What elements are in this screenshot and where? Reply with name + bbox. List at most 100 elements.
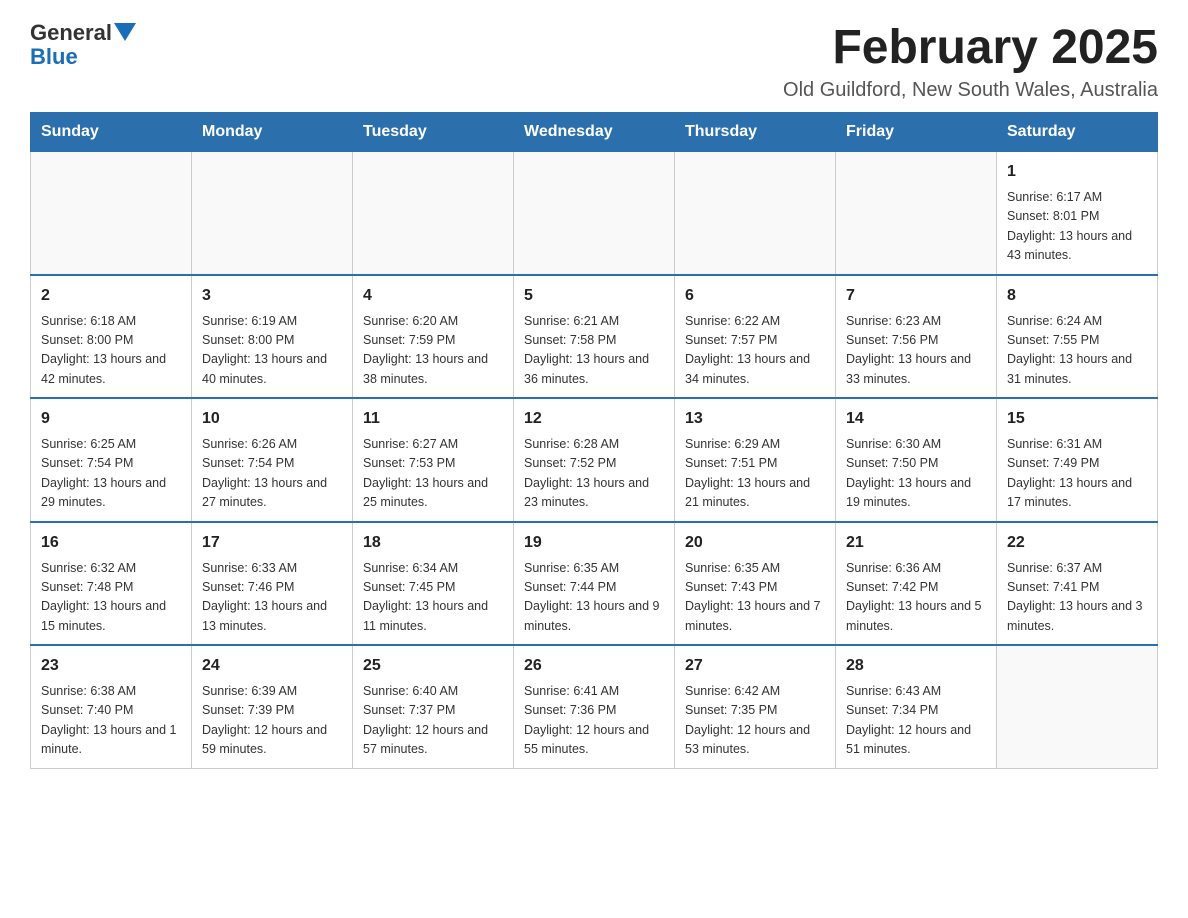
col-monday: Monday [192, 113, 353, 152]
day-info: Sunrise: 6:30 AMSunset: 7:50 PMDaylight:… [846, 435, 986, 513]
calendar-week-row: 1 Sunrise: 6:17 AMSunset: 8:01 PMDaylight… [31, 152, 1158, 275]
day-number: 20 [685, 531, 825, 555]
calendar-week-row: 16 Sunrise: 6:32 AMSunset: 7:48 PMDayligh… [31, 522, 1158, 646]
day-number: 18 [363, 531, 503, 555]
table-row: 26 Sunrise: 6:41 AMSunset: 7:36 PMDayligh… [514, 645, 675, 768]
day-number: 24 [202, 654, 342, 678]
logo-triangle-icon [114, 23, 136, 45]
calendar-title: February 2025 [783, 20, 1158, 75]
table-row: 24 Sunrise: 6:39 AMSunset: 7:39 PMDayligh… [192, 645, 353, 768]
table-row: 5 Sunrise: 6:21 AMSunset: 7:58 PMDaylight… [514, 275, 675, 399]
day-info: Sunrise: 6:35 AMSunset: 7:44 PMDaylight:… [524, 559, 664, 637]
logo-general-text: General [30, 20, 112, 46]
day-number: 11 [363, 407, 503, 431]
day-info: Sunrise: 6:21 AMSunset: 7:58 PMDaylight:… [524, 312, 664, 390]
col-saturday: Saturday [997, 113, 1158, 152]
table-row: 27 Sunrise: 6:42 AMSunset: 7:35 PMDayligh… [675, 645, 836, 768]
day-info: Sunrise: 6:41 AMSunset: 7:36 PMDaylight:… [524, 682, 664, 760]
day-info: Sunrise: 6:23 AMSunset: 7:56 PMDaylight:… [846, 312, 986, 390]
day-number: 25 [363, 654, 503, 678]
table-row: 14 Sunrise: 6:30 AMSunset: 7:50 PMDayligh… [836, 398, 997, 522]
day-number: 26 [524, 654, 664, 678]
logo-blue-text: Blue [30, 44, 78, 70]
day-number: 7 [846, 284, 986, 308]
day-info: Sunrise: 6:36 AMSunset: 7:42 PMDaylight:… [846, 559, 986, 637]
table-row: 15 Sunrise: 6:31 AMSunset: 7:49 PMDayligh… [997, 398, 1158, 522]
calendar-week-row: 2 Sunrise: 6:18 AMSunset: 8:00 PMDaylight… [31, 275, 1158, 399]
day-info: Sunrise: 6:42 AMSunset: 7:35 PMDaylight:… [685, 682, 825, 760]
col-tuesday: Tuesday [353, 113, 514, 152]
day-number: 21 [846, 531, 986, 555]
day-number: 28 [846, 654, 986, 678]
day-number: 12 [524, 407, 664, 431]
day-info: Sunrise: 6:32 AMSunset: 7:48 PMDaylight:… [41, 559, 181, 637]
day-info: Sunrise: 6:26 AMSunset: 7:54 PMDaylight:… [202, 435, 342, 513]
day-number: 2 [41, 284, 181, 308]
table-row [353, 152, 514, 275]
table-row [514, 152, 675, 275]
day-number: 1 [1007, 160, 1147, 184]
day-info: Sunrise: 6:19 AMSunset: 8:00 PMDaylight:… [202, 312, 342, 390]
table-row: 18 Sunrise: 6:34 AMSunset: 7:45 PMDayligh… [353, 522, 514, 646]
table-row: 21 Sunrise: 6:36 AMSunset: 7:42 PMDayligh… [836, 522, 997, 646]
table-row [675, 152, 836, 275]
table-row [997, 645, 1158, 768]
day-info: Sunrise: 6:37 AMSunset: 7:41 PMDaylight:… [1007, 559, 1147, 637]
day-number: 9 [41, 407, 181, 431]
day-info: Sunrise: 6:24 AMSunset: 7:55 PMDaylight:… [1007, 312, 1147, 390]
calendar-subtitle: Old Guildford, New South Wales, Australi… [783, 79, 1158, 102]
table-row [192, 152, 353, 275]
day-number: 8 [1007, 284, 1147, 308]
day-number: 5 [524, 284, 664, 308]
table-row: 9 Sunrise: 6:25 AMSunset: 7:54 PMDaylight… [31, 398, 192, 522]
table-row [31, 152, 192, 275]
day-number: 6 [685, 284, 825, 308]
calendar-week-row: 9 Sunrise: 6:25 AMSunset: 7:54 PMDaylight… [31, 398, 1158, 522]
day-number: 17 [202, 531, 342, 555]
day-number: 13 [685, 407, 825, 431]
day-info: Sunrise: 6:43 AMSunset: 7:34 PMDaylight:… [846, 682, 986, 760]
day-info: Sunrise: 6:28 AMSunset: 7:52 PMDaylight:… [524, 435, 664, 513]
day-number: 22 [1007, 531, 1147, 555]
table-row: 22 Sunrise: 6:37 AMSunset: 7:41 PMDayligh… [997, 522, 1158, 646]
day-info: Sunrise: 6:22 AMSunset: 7:57 PMDaylight:… [685, 312, 825, 390]
col-friday: Friday [836, 113, 997, 152]
table-row: 25 Sunrise: 6:40 AMSunset: 7:37 PMDayligh… [353, 645, 514, 768]
day-number: 4 [363, 284, 503, 308]
day-info: Sunrise: 6:29 AMSunset: 7:51 PMDaylight:… [685, 435, 825, 513]
day-info: Sunrise: 6:18 AMSunset: 8:00 PMDaylight:… [41, 312, 181, 390]
calendar-table: Sunday Monday Tuesday Wednesday Thursday… [30, 112, 1158, 769]
page-header: General Blue February 2025 Old Guildford… [30, 20, 1158, 102]
day-number: 10 [202, 407, 342, 431]
day-number: 16 [41, 531, 181, 555]
title-block: February 2025 Old Guildford, New South W… [783, 20, 1158, 102]
day-info: Sunrise: 6:20 AMSunset: 7:59 PMDaylight:… [363, 312, 503, 390]
day-info: Sunrise: 6:33 AMSunset: 7:46 PMDaylight:… [202, 559, 342, 637]
day-info: Sunrise: 6:39 AMSunset: 7:39 PMDaylight:… [202, 682, 342, 760]
table-row: 2 Sunrise: 6:18 AMSunset: 8:00 PMDaylight… [31, 275, 192, 399]
table-row: 4 Sunrise: 6:20 AMSunset: 7:59 PMDaylight… [353, 275, 514, 399]
day-number: 19 [524, 531, 664, 555]
table-row: 11 Sunrise: 6:27 AMSunset: 7:53 PMDayligh… [353, 398, 514, 522]
day-info: Sunrise: 6:40 AMSunset: 7:37 PMDaylight:… [363, 682, 503, 760]
table-row: 7 Sunrise: 6:23 AMSunset: 7:56 PMDaylight… [836, 275, 997, 399]
day-info: Sunrise: 6:31 AMSunset: 7:49 PMDaylight:… [1007, 435, 1147, 513]
table-row: 19 Sunrise: 6:35 AMSunset: 7:44 PMDayligh… [514, 522, 675, 646]
day-info: Sunrise: 6:17 AMSunset: 8:01 PMDaylight:… [1007, 188, 1147, 266]
col-wednesday: Wednesday [514, 113, 675, 152]
day-info: Sunrise: 6:27 AMSunset: 7:53 PMDaylight:… [363, 435, 503, 513]
day-number: 14 [846, 407, 986, 431]
day-info: Sunrise: 6:25 AMSunset: 7:54 PMDaylight:… [41, 435, 181, 513]
day-number: 15 [1007, 407, 1147, 431]
table-row: 12 Sunrise: 6:28 AMSunset: 7:52 PMDayligh… [514, 398, 675, 522]
calendar-header-row: Sunday Monday Tuesday Wednesday Thursday… [31, 113, 1158, 152]
logo: General Blue [30, 20, 136, 70]
calendar-week-row: 23Sunrise: 6:38 AMSunset: 7:40 PMDayligh… [31, 645, 1158, 768]
table-row: 1 Sunrise: 6:17 AMSunset: 8:01 PMDaylight… [997, 152, 1158, 275]
table-row: 28 Sunrise: 6:43 AMSunset: 7:34 PMDayligh… [836, 645, 997, 768]
table-row [836, 152, 997, 275]
col-thursday: Thursday [675, 113, 836, 152]
day-info: Sunrise: 6:35 AMSunset: 7:43 PMDaylight:… [685, 559, 825, 637]
day-info: Sunrise: 6:34 AMSunset: 7:45 PMDaylight:… [363, 559, 503, 637]
day-number: 27 [685, 654, 825, 678]
